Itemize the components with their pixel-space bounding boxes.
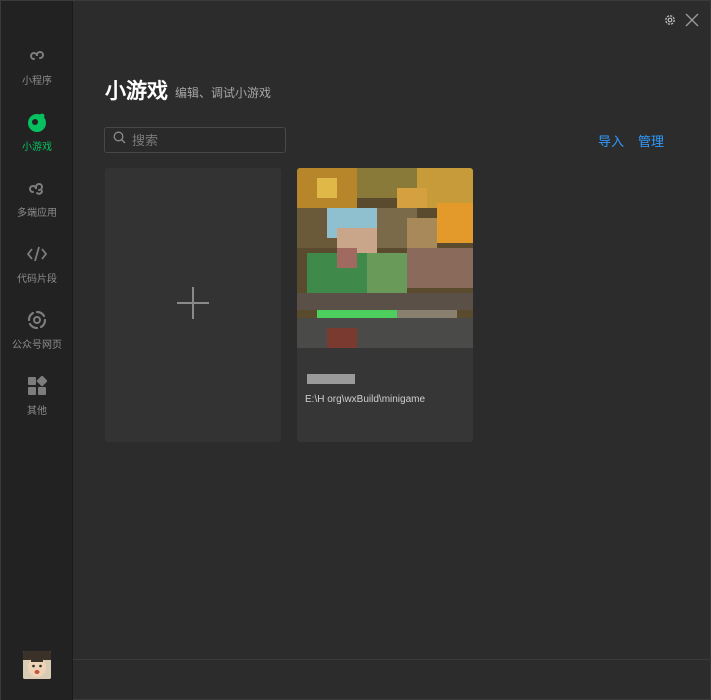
sidebar-item-official-account-web[interactable]: 公众号网页 xyxy=(1,309,73,367)
settings-icon[interactable] xyxy=(662,12,678,28)
import-button[interactable]: 导入 xyxy=(598,131,624,150)
search-icon xyxy=(113,131,126,149)
app-window: 小程序 小游戏 多端应用 代码片段 公众号网页 其他 小游戏 编辑、调试小游戏 … xyxy=(0,0,711,700)
page-title: 小游戏 xyxy=(105,80,168,103)
window-controls xyxy=(662,12,700,28)
official-account-web-icon xyxy=(26,309,48,331)
project-name xyxy=(307,374,355,384)
sidebar-item-multiplatform[interactable]: 多端应用 xyxy=(1,177,73,235)
other-apps-icon xyxy=(26,375,48,397)
sidebar-item-label: 小游戏 xyxy=(22,142,52,153)
project-actions: 导入 管理 xyxy=(598,131,664,150)
miniprogram-icon xyxy=(26,45,48,67)
plus-icon xyxy=(176,286,210,325)
multiplatform-icon xyxy=(26,177,48,199)
user-avatar[interactable] xyxy=(23,651,51,679)
sidebar-item-label: 代码片段 xyxy=(17,274,57,285)
minigame-icon xyxy=(26,111,48,133)
footer-divider xyxy=(73,659,711,660)
sidebar-item-label: 小程序 xyxy=(22,76,52,87)
sidebar-item-code-snippet[interactable]: 代码片段 xyxy=(1,243,73,301)
sidebar-item-label: 公众号网页 xyxy=(12,340,62,351)
project-path: E:\H org\wxBuild\minigame xyxy=(305,394,426,405)
sidebar-item-label: 其他 xyxy=(27,406,47,417)
project-card[interactable]: E:\H org\wxBuild\minigame xyxy=(297,168,473,442)
search-input[interactable] xyxy=(132,132,272,148)
page-subtitle: 编辑、调试小游戏 xyxy=(175,86,272,100)
code-snippet-icon xyxy=(26,243,48,265)
sidebar-item-minigame[interactable]: 小游戏 xyxy=(1,111,73,169)
manage-button[interactable]: 管理 xyxy=(638,131,664,150)
project-thumbnail xyxy=(297,168,473,348)
sidebar: 小程序 小游戏 多端应用 代码片段 公众号网页 其他 xyxy=(1,1,73,700)
sidebar-item-miniprogram[interactable]: 小程序 xyxy=(1,45,73,103)
sidebar-item-label: 多端应用 xyxy=(17,208,57,219)
close-icon[interactable] xyxy=(684,12,700,28)
search-box xyxy=(104,127,286,153)
new-project-card[interactable] xyxy=(105,168,281,442)
sidebar-item-other[interactable]: 其他 xyxy=(1,375,73,433)
